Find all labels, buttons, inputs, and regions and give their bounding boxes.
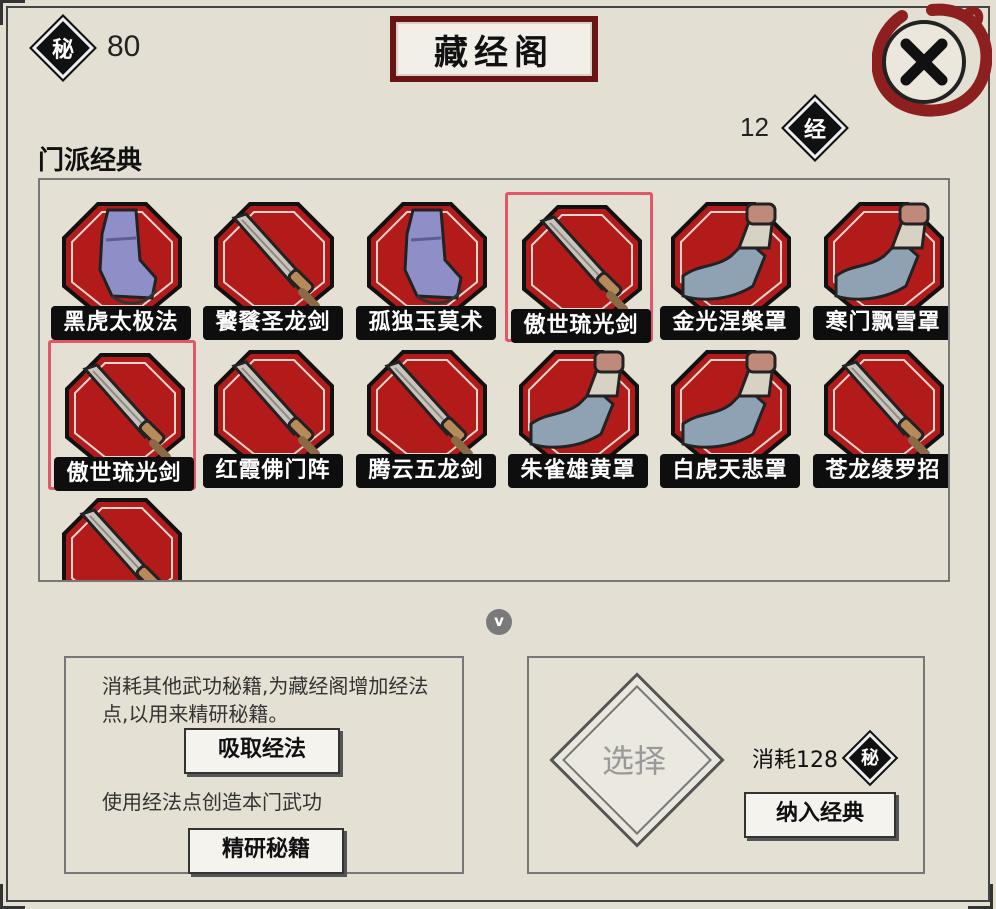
skill-card[interactable]: 腾云五龙剑 [353, 340, 501, 490]
select-slot-label: 选择 [601, 742, 666, 780]
skill-card-name: 饕餮圣龙剑 [203, 306, 343, 340]
skill-grid: 黑虎太极法 饕餮圣龙剑 孤独玉莫术 傲世琉光剑 金光涅槃罩 寒门飘雪罩 傲世琉光剑 红霞佛门阵… [38, 178, 950, 582]
window-frame: 秘 80 藏经阁 12 经 门派经典 黑虎太极法 饕餮圣龙剑 孤独玉莫术 傲世琉光剑金… [0, 0, 996, 909]
skill-card[interactable]: 孤独玉莫术 [353, 192, 501, 342]
secret-badge-char: 秘 [51, 37, 74, 63]
skill-card[interactable]: 黑虎太极法 [48, 192, 196, 342]
skill-card[interactable]: 白虎天悲罩 [657, 340, 805, 490]
skill-card[interactable] [48, 488, 196, 580]
title-plaque: 藏经阁 [390, 16, 598, 82]
sword-icon [214, 350, 334, 464]
absorb-description: 消耗其他武功秘籍,为藏经阁增加经法点,以用来精研秘籍。 [102, 674, 429, 726]
close-icon [871, 3, 993, 117]
skill-card-name: 寒门飘雪罩 [813, 306, 948, 340]
cost-text: 消耗128 [752, 748, 838, 773]
skill-card-name: 红霞佛门阵 [203, 454, 343, 488]
research-description: 使用经法点创造本门武功 [102, 790, 322, 814]
sword-icon [214, 202, 334, 316]
frame-corner [968, 884, 993, 909]
boot-icon [62, 202, 182, 316]
sword-icon [824, 350, 944, 464]
sword-icon [65, 353, 185, 467]
scroll-down-indicator[interactable]: v [486, 609, 512, 635]
boot-icon [367, 202, 487, 316]
skill-card-name: 孤独玉莫术 [356, 306, 496, 340]
frame-bottom-edge [6, 900, 990, 902]
skill-card[interactable]: 朱雀雄黄罩 [505, 340, 653, 490]
frame-left-edge [6, 6, 8, 902]
scripture-badge-char: 经 [803, 117, 826, 143]
skill-card[interactable]: 红霞佛门阵 [200, 340, 348, 490]
skill-card-name: 黑虎太极法 [51, 306, 191, 340]
skill-card[interactable]: 傲世琉光剑 [48, 340, 196, 491]
sword-icon [62, 498, 182, 580]
skill-card-name: 傲世琉光剑 [511, 309, 651, 343]
skill-card[interactable]: 傲世琉光剑 [505, 192, 653, 343]
cost-secret-char: 秘 [861, 748, 879, 769]
skill-card-name: 苍龙绫罗招 [813, 454, 948, 488]
skill-card-name: 白虎天悲罩 [660, 454, 800, 488]
skill-card-name: 朱雀雄黄罩 [508, 454, 648, 488]
sword-icon [522, 205, 642, 319]
skill-card-name: 傲世琉光剑 [54, 457, 194, 491]
skill-card-name: 腾云五龙剑 [356, 454, 496, 488]
frame-corner [0, 0, 25, 25]
skill-card[interactable]: 金光涅槃罩 [657, 192, 805, 342]
skill-card[interactable]: 寒门飘雪罩 [810, 192, 948, 342]
close-button[interactable] [871, 2, 993, 118]
fist-icon [671, 350, 791, 464]
fist-icon [671, 202, 791, 316]
skill-card-name: 金光涅槃罩 [660, 306, 800, 340]
page-title: 藏经阁 [396, 22, 592, 76]
absorb-button[interactable]: 吸取经法 [184, 728, 340, 774]
section-label: 门派经典 [38, 146, 143, 176]
fist-icon [824, 202, 944, 316]
scripture-count: 12 [740, 112, 769, 142]
skill-card[interactable]: 饕餮圣龙剑 [200, 192, 348, 342]
research-button[interactable]: 精研秘籍 [188, 828, 344, 874]
frame-top-edge [6, 6, 990, 8]
frame-right-edge [988, 6, 990, 902]
frame-corner [0, 884, 25, 909]
accept-button[interactable]: 纳入经典 [744, 792, 896, 838]
skill-card[interactable]: 苍龙绫罗招 [810, 340, 948, 490]
sword-icon [367, 350, 487, 464]
fist-icon [519, 350, 639, 464]
secret-count: 80 [107, 30, 141, 63]
